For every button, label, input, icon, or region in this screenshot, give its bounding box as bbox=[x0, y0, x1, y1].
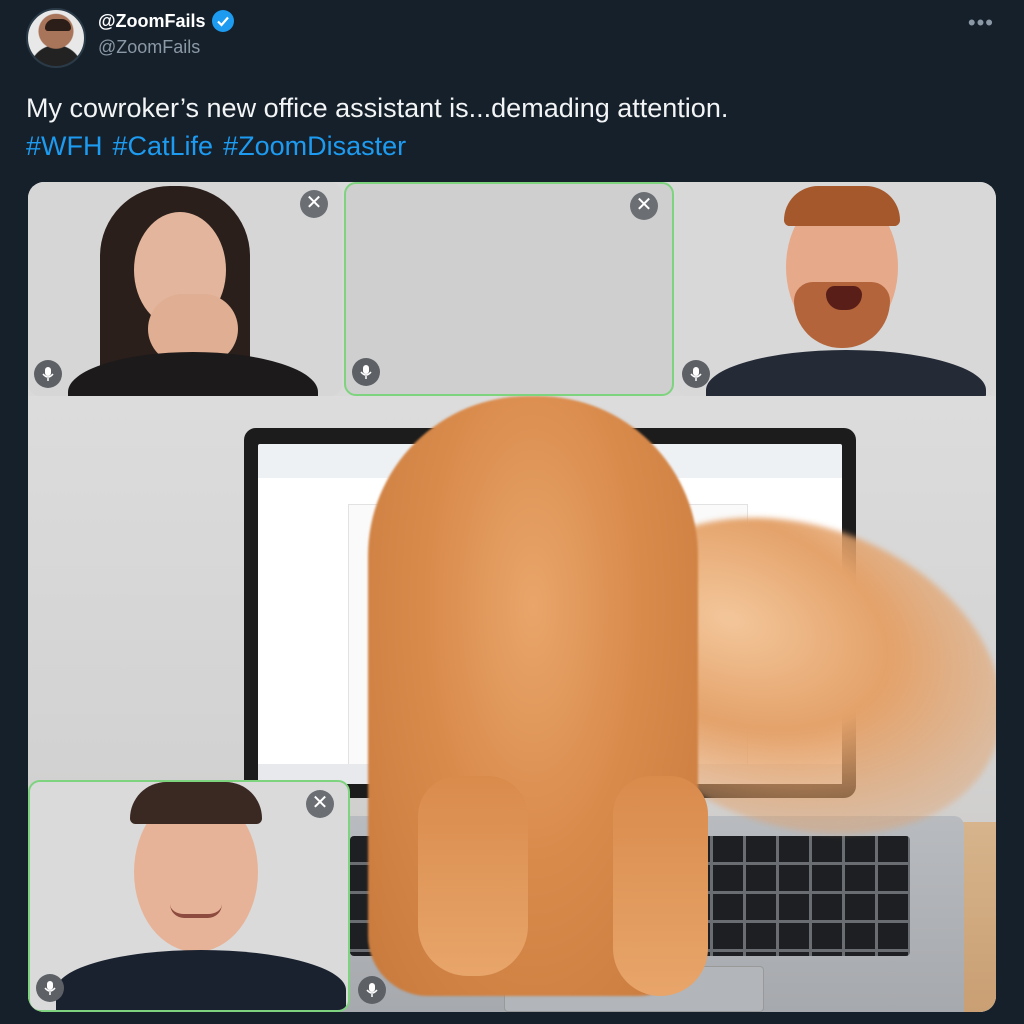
close-icon[interactable]: ✕ bbox=[630, 192, 658, 220]
avatar[interactable] bbox=[26, 8, 86, 68]
hashtag-wfh[interactable]: #WFH bbox=[26, 126, 103, 166]
cat-leg bbox=[613, 776, 708, 996]
hashtag-catlife[interactable]: #CatLife bbox=[113, 126, 214, 166]
tweet-card: @ZoomFails @ZoomFails ••• My cowroker’s … bbox=[0, 0, 1024, 1024]
microphone-icon[interactable] bbox=[352, 358, 380, 386]
more-options-icon[interactable]: ••• bbox=[968, 10, 994, 36]
close-icon[interactable]: ✕ bbox=[300, 190, 328, 218]
handle[interactable]: @ZoomFails bbox=[98, 37, 200, 58]
microphone-icon[interactable] bbox=[682, 360, 710, 388]
verified-badge-icon bbox=[211, 10, 234, 32]
video-tile-participant-3[interactable] bbox=[676, 182, 996, 396]
hashtags: #WFH #CatLife #ZoomDisaster bbox=[26, 126, 406, 166]
hashtag-zoomdisaster[interactable]: #ZoomDisaster bbox=[223, 126, 406, 166]
display-name-row: @ZoomFails bbox=[98, 10, 234, 32]
display-name[interactable]: @ZoomFails bbox=[98, 11, 206, 32]
video-tile-participant-4[interactable]: ✕ bbox=[28, 780, 350, 1012]
video-tile-participant-1[interactable]: ✕ bbox=[28, 182, 342, 396]
cat-leg bbox=[418, 776, 528, 976]
microphone-icon[interactable] bbox=[36, 974, 64, 1002]
microphone-icon[interactable] bbox=[34, 360, 62, 388]
tweet-text: My cowroker’s new office assistant is...… bbox=[26, 93, 729, 123]
tweet-media-image[interactable]: ✕ ✕ ✕ bbox=[28, 182, 996, 1012]
close-icon[interactable]: ✕ bbox=[306, 790, 334, 818]
microphone-icon[interactable] bbox=[358, 976, 386, 1004]
video-tile-participant-2[interactable]: ✕ bbox=[344, 182, 674, 396]
